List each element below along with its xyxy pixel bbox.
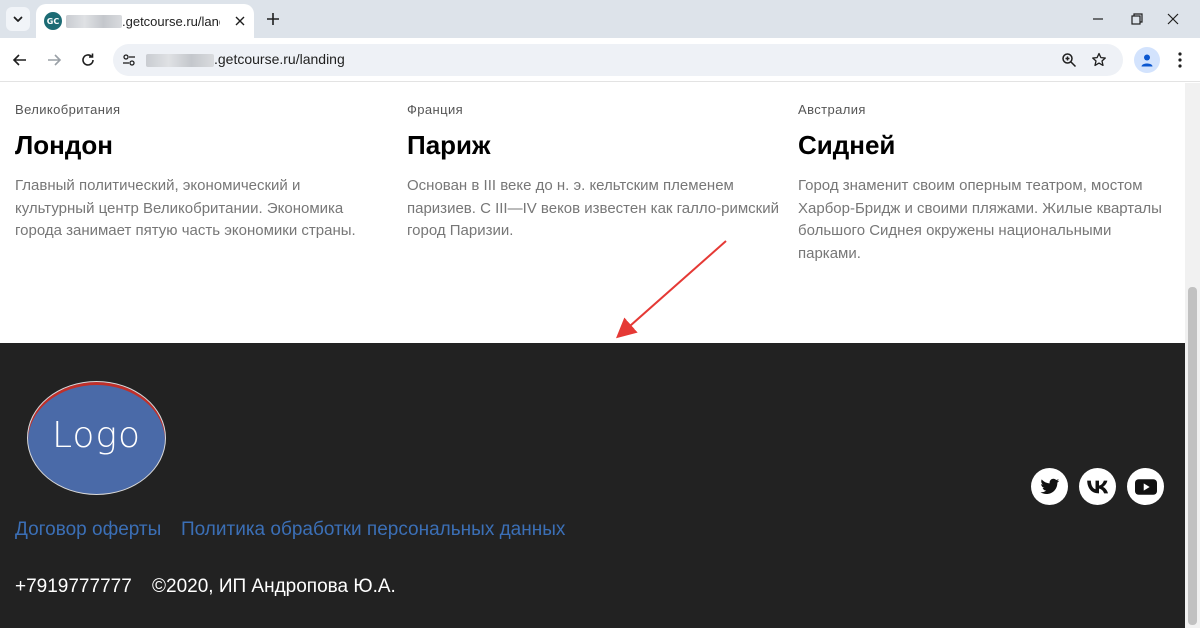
city-country: Австралия xyxy=(798,102,866,117)
city-country: Великобритания xyxy=(15,102,121,117)
footer-phone: +7919777777 xyxy=(15,576,132,597)
browser-menu-button[interactable] xyxy=(1168,48,1192,72)
forward-button[interactable] xyxy=(42,48,66,72)
page-scrollbar[interactable] xyxy=(1185,83,1200,628)
close-icon xyxy=(1167,13,1179,25)
privacy-policy-link[interactable]: Политика обработки персональных данных xyxy=(181,519,565,541)
twitter-link[interactable] xyxy=(1031,468,1068,505)
twitter-icon xyxy=(1040,478,1059,494)
close-tab-button[interactable] xyxy=(231,12,249,30)
back-button[interactable] xyxy=(8,48,32,72)
person-icon xyxy=(1141,54,1153,67)
reload-icon xyxy=(82,53,94,66)
chevron-down-icon xyxy=(13,16,23,22)
blurred-subdomain xyxy=(146,54,214,67)
browser-toolbar: .getcourse.ru/landing xyxy=(0,38,1200,82)
youtube-link[interactable] xyxy=(1127,468,1164,505)
zoom-in-icon xyxy=(1062,53,1077,68)
tab-title: .getcourse.ru/landin xyxy=(122,14,220,29)
site-info-button[interactable] xyxy=(119,50,139,70)
offer-agreement-link[interactable]: Договор оферты xyxy=(15,519,161,541)
footer-logo[interactable]: Logo xyxy=(27,381,166,495)
city-description: Основан в III веке до н. э. кельтским пл… xyxy=(407,177,779,240)
vk-link[interactable] xyxy=(1079,468,1116,505)
reload-button[interactable] xyxy=(76,48,100,72)
profile-button[interactable] xyxy=(1134,47,1160,73)
city-country: Франция xyxy=(407,102,464,117)
site-footer: Logo Договор оферты Политика обработки п… xyxy=(0,343,1185,628)
url-text: .getcourse.ru/landing xyxy=(214,51,345,67)
city-name: Париж xyxy=(407,130,491,160)
cities-section: Великобритания Лондон Главный политическ… xyxy=(0,83,1185,343)
tab-search-button[interactable] xyxy=(6,7,30,31)
close-icon xyxy=(235,16,245,26)
browser-tab-bar: GC .getcourse.ru/landin xyxy=(0,0,1200,38)
minimize-button[interactable] xyxy=(1083,6,1113,32)
arrow-left-icon xyxy=(12,54,26,66)
zoom-button[interactable] xyxy=(1059,50,1079,70)
browser-tab[interactable]: GC .getcourse.ru/landin xyxy=(36,4,254,38)
address-bar[interactable]: .getcourse.ru/landing xyxy=(113,44,1123,76)
city-name: Сидней xyxy=(798,130,896,160)
page-viewport: Великобритания Лондон Главный политическ… xyxy=(0,83,1185,628)
logo-text: Logo xyxy=(51,414,142,456)
restore-icon xyxy=(1131,13,1143,25)
restore-button[interactable] xyxy=(1122,6,1152,32)
favicon-icon: GC xyxy=(44,12,62,30)
plus-icon xyxy=(267,13,279,25)
close-window-button[interactable] xyxy=(1158,6,1188,32)
star-icon xyxy=(1092,52,1106,67)
more-vert-icon xyxy=(1178,52,1182,68)
city-description: Город знаменит своим оперным театром, мо… xyxy=(798,177,1162,263)
minimize-icon xyxy=(1093,18,1103,20)
scrollbar-thumb[interactable] xyxy=(1188,287,1197,625)
vk-icon xyxy=(1086,480,1108,493)
arrow-right-icon xyxy=(48,54,62,66)
city-description: Главный политический, экономический и ку… xyxy=(15,177,356,240)
youtube-icon xyxy=(1134,478,1157,495)
blurred-subdomain xyxy=(66,15,122,28)
new-tab-button[interactable] xyxy=(262,8,284,30)
footer-copyright: ©2020, ИП Андропова Ю.А. xyxy=(152,576,396,597)
city-name: Лондон xyxy=(15,130,113,160)
tune-icon xyxy=(123,54,135,66)
bookmark-button[interactable] xyxy=(1089,50,1109,70)
